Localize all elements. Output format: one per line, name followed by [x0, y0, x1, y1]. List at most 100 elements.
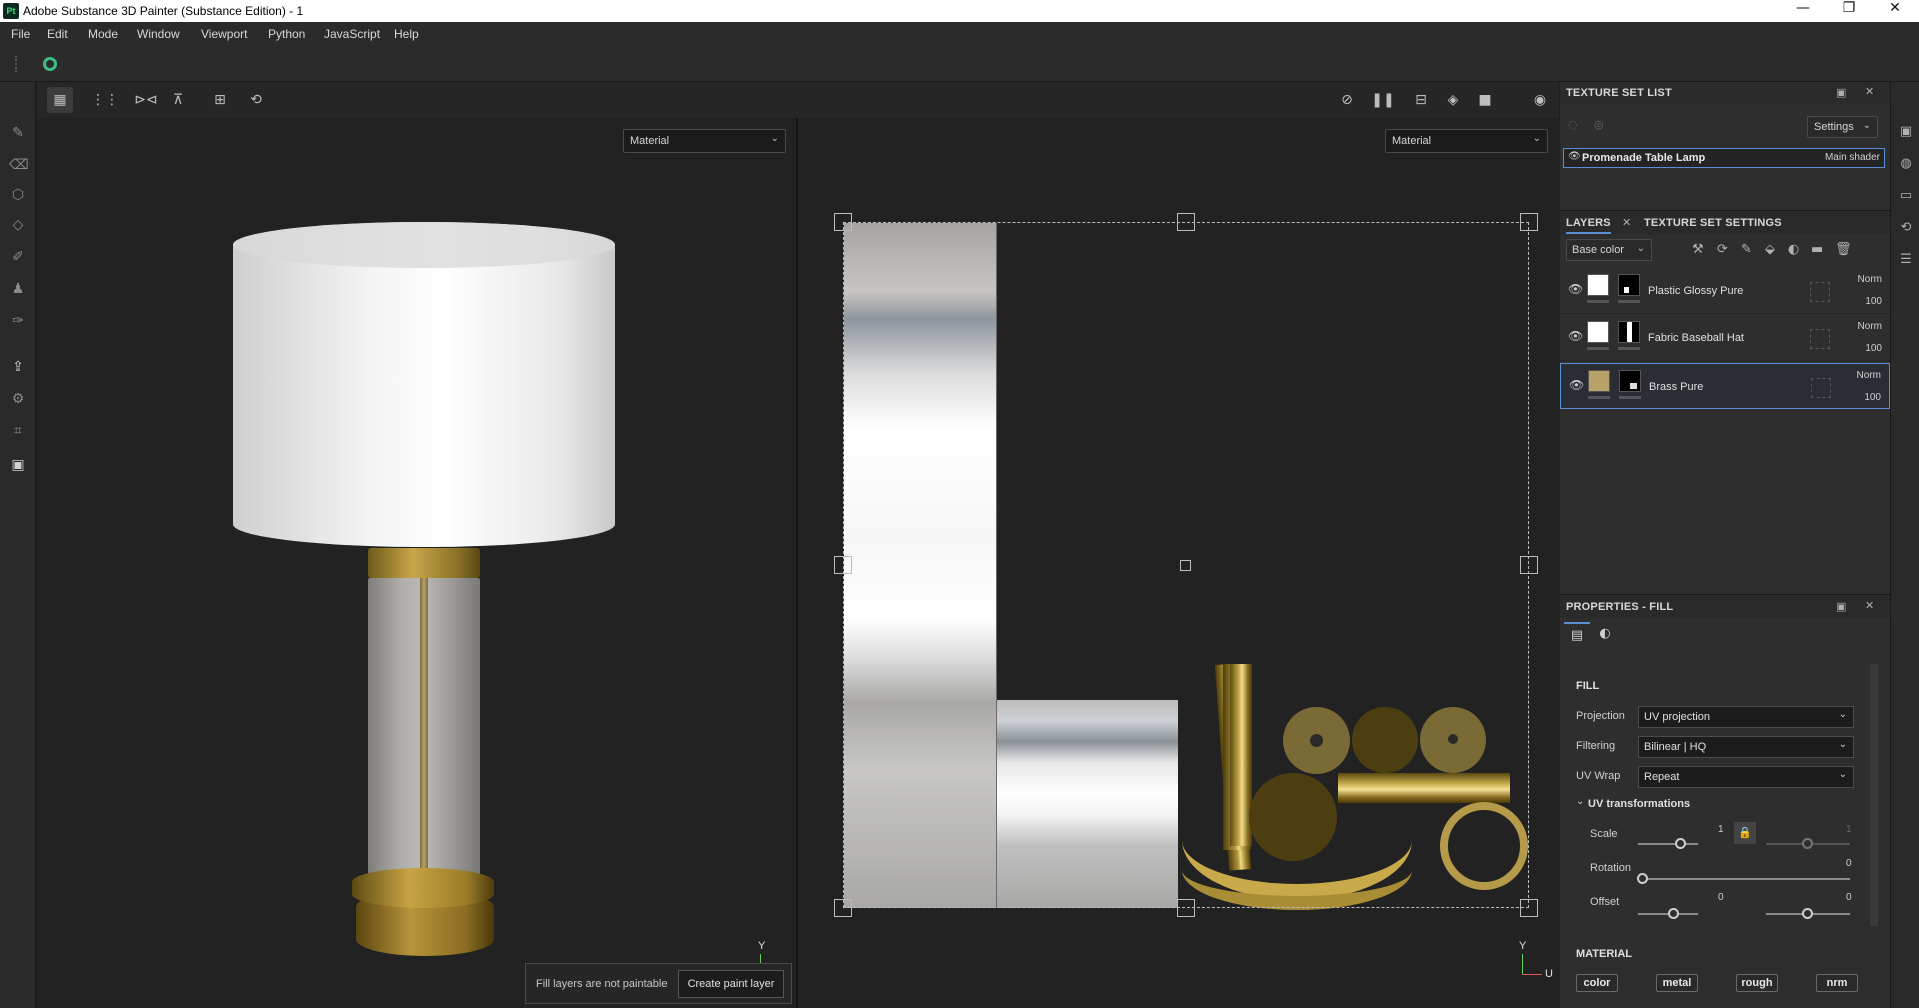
layer-blend-mode[interactable]: Norm — [1857, 370, 1881, 381]
uv-handle-top-left[interactable] — [834, 213, 852, 231]
layer-opacity[interactable]: 100 — [1864, 392, 1881, 403]
close-layers-icon[interactable]: ✕ — [1622, 216, 1631, 229]
layer-thumbnail[interactable] — [1587, 274, 1609, 296]
uv-handle-middle-left[interactable] — [834, 556, 852, 574]
layer-effect-slot[interactable] — [1811, 378, 1831, 398]
uv-handle-middle-right[interactable] — [1520, 556, 1538, 574]
uv-handle-bottom-center[interactable] — [1177, 899, 1195, 917]
offset-x-value[interactable]: 0 — [1718, 892, 1724, 903]
rotation-slider-knob[interactable] — [1637, 873, 1648, 884]
layer-name[interactable]: Plastic Glossy Pure — [1648, 285, 1743, 297]
export-icon[interactable]: ⇪ — [9, 358, 27, 376]
split-view-icon[interactable]: ⊟ — [1408, 87, 1434, 113]
geometry-mask-icon[interactable]: ⌗ — [9, 422, 27, 440]
scale-slider-knob-2[interactable] — [1802, 838, 1813, 849]
layer-row[interactable]: 👁 Fabric Baseball Hat Norm 100 — [1560, 315, 1890, 361]
properties-scrollbar[interactable] — [1870, 664, 1878, 926]
projection-select[interactable]: UV projection ⌄ — [1638, 706, 1854, 728]
close-button[interactable]: ✕ — [1872, 0, 1918, 22]
layer-row[interactable]: 👁 Plastic Glossy Pure Norm 100 — [1560, 268, 1890, 314]
menu-file[interactable]: File — [11, 27, 30, 41]
channel-select[interactable]: Base color ⌄ — [1566, 239, 1652, 261]
eye-icon[interactable]: 👁 — [1569, 378, 1584, 392]
assets-icon[interactable]: ▣ — [1898, 124, 1914, 140]
mirror-y-icon[interactable]: ⊼ — [165, 87, 191, 113]
create-paint-layer-button[interactable]: Create paint layer — [678, 970, 784, 998]
view-3d-2d-icon[interactable]: ▦ — [47, 87, 73, 113]
texture-set-item[interactable]: 👁 Promenade Table Lamp Main shader — [1563, 148, 1885, 168]
history-icon[interactable]: ⟲ — [1898, 220, 1914, 236]
maximize-button[interactable]: ❐ — [1826, 0, 1872, 22]
menu-viewport[interactable]: Viewport — [201, 27, 247, 41]
color-picker-icon[interactable]: ✑ — [9, 312, 27, 330]
reset-view-icon[interactable]: ⟲ — [243, 87, 269, 113]
lock-icon[interactable]: 🔒 — [1734, 822, 1756, 844]
uv-wrap-select[interactable]: Repeat ⌄ — [1638, 766, 1854, 788]
bake-icon[interactable]: ⚙ — [9, 390, 27, 408]
uv-handle-bottom-left[interactable] — [834, 899, 852, 917]
menu-edit[interactable]: Edit — [47, 27, 68, 41]
eraser-icon[interactable]: ⌫ — [9, 156, 29, 174]
polygon-fill-icon[interactable]: ◇ — [9, 216, 27, 234]
hide-icon[interactable]: ◌ — [1568, 118, 1578, 131]
hide-icon[interactable]: ⊘ — [1334, 87, 1360, 113]
toolbar-grip[interactable] — [15, 56, 17, 72]
pause-icon[interactable]: ❚❚ — [1370, 87, 1396, 113]
screenshot-icon[interactable]: ◉ — [1527, 87, 1553, 113]
add-fill-layer-icon[interactable]: ⬙ — [1765, 242, 1775, 257]
uv-handle-top-right[interactable] — [1520, 213, 1538, 231]
material-color-chip[interactable]: color — [1576, 974, 1618, 992]
uv-handle-bottom-right[interactable] — [1520, 899, 1538, 917]
layer-opacity[interactable]: 100 — [1865, 296, 1882, 307]
undock-icon[interactable]: ▣ — [1836, 600, 1846, 613]
layer-name[interactable]: Fabric Baseball Hat — [1648, 332, 1744, 344]
scale-slider-track[interactable] — [1638, 843, 1698, 845]
eye-icon[interactable]: 👁 — [1568, 151, 1581, 162]
clone-icon[interactable]: ♟ — [9, 280, 27, 298]
offset-y-slider-knob[interactable] — [1802, 908, 1813, 919]
uv-transformations-header[interactable]: UV transformations — [1588, 798, 1690, 810]
offset-x-slider-knob[interactable] — [1668, 908, 1679, 919]
layer-effect-slot[interactable] — [1810, 329, 1830, 349]
menu-window[interactable]: Window — [137, 27, 180, 41]
layer-thumbnail[interactable] — [1588, 370, 1610, 392]
layer-opacity[interactable]: 100 — [1865, 343, 1882, 354]
close-panel-icon[interactable]: ✕ — [1865, 599, 1874, 612]
scale-value-2[interactable]: 1 — [1846, 824, 1852, 835]
sync-status-icon[interactable] — [43, 57, 57, 71]
mirror-x-icon[interactable]: ⊳⊲ — [133, 87, 159, 113]
tab-texture-set-settings[interactable]: TEXTURE SET SETTINGS — [1644, 217, 1782, 229]
menu-javascript[interactable]: JavaScript — [324, 27, 380, 41]
add-paint-layer-icon[interactable]: ✎ — [1741, 242, 1752, 257]
rotation-slider-track[interactable] — [1638, 878, 1850, 880]
delete-layer-icon[interactable]: 🗑 — [1835, 242, 1852, 257]
layer-thumbnail[interactable] — [1587, 321, 1609, 343]
projection-icon[interactable]: ⬡ — [9, 186, 27, 204]
viewport-3d-mode-select[interactable]: Material ⌄ — [623, 129, 786, 153]
uv-handle-top-center[interactable] — [1177, 213, 1195, 231]
menu-help[interactable]: Help — [394, 27, 419, 41]
menu-python[interactable]: Python — [268, 27, 305, 41]
add-smart-material-icon[interactable]: ◐ — [1788, 242, 1799, 257]
add-folder-icon[interactable]: ▬ — [1811, 242, 1823, 257]
archive-icon[interactable]: ▭ — [1898, 188, 1914, 204]
layer-row-selected[interactable]: 👁 Brass Pure Norm 100 — [1560, 363, 1890, 409]
texture-set-settings-select[interactable]: Settings ⌄ — [1807, 116, 1878, 138]
texture-set-shader[interactable]: Main shader — [1825, 152, 1880, 163]
scale-slider-knob[interactable] — [1675, 838, 1686, 849]
eye-icon[interactable]: 👁 — [1568, 329, 1583, 343]
undock-icon[interactable]: ▣ — [1836, 86, 1846, 99]
material-nrm-chip[interactable]: nrm — [1816, 974, 1858, 992]
add-mask-icon[interactable]: ⟳ — [1717, 242, 1728, 257]
uv-handle-center[interactable] — [1180, 560, 1191, 571]
eye-icon[interactable]: 👁 — [1568, 282, 1583, 296]
show-icon[interactable]: ◎ — [1594, 118, 1604, 131]
material-rough-chip[interactable]: rough — [1736, 974, 1778, 992]
offset-y-value[interactable]: 0 — [1846, 892, 1852, 903]
camera-icon[interactable]: ■ — [1472, 87, 1498, 113]
tab-fill-settings-icon[interactable]: ▤ — [1564, 622, 1590, 648]
tab-layers[interactable]: LAYERS — [1566, 217, 1611, 234]
filtering-select[interactable]: Bilinear | HQ ⌄ — [1638, 736, 1854, 758]
chevron-down-icon[interactable]: ⌄ — [1576, 796, 1584, 807]
grid-view-icon[interactable]: ⋮⋮ — [91, 87, 119, 113]
